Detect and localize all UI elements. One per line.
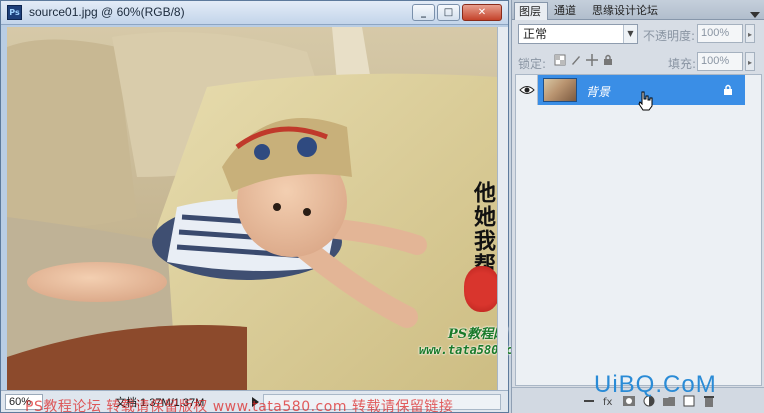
photo-image	[7, 27, 497, 390]
minimize-button[interactable]: _	[412, 4, 435, 21]
blend-mode-select[interactable]: 正常 ▼	[518, 24, 638, 44]
tab-paths[interactable]: 思缘设计论坛	[588, 2, 708, 20]
bottom-watermark: PS教程论坛 转载请保留版权 www.tata580.com 转载请保留链接	[25, 399, 454, 413]
eye-icon	[519, 86, 535, 94]
vertical-scrollbar[interactable]	[497, 27, 508, 390]
maximize-button[interactable]: □	[437, 4, 460, 21]
close-button[interactable]: ✕	[462, 4, 502, 21]
fill-label: 填充:	[668, 57, 697, 71]
layer-lock-icon	[724, 84, 732, 95]
fill-field[interactable]: 100%	[697, 52, 743, 71]
layer-name: 背景	[586, 85, 611, 99]
panel-tab-strip: 图层 通道 思缘设计论坛	[512, 0, 764, 20]
image-canvas[interactable]	[7, 27, 497, 390]
document-titlebar[interactable]: Ps source01.jpg @ 60%(RGB/8) _ □ ✕	[1, 1, 508, 25]
hand-cursor-icon	[638, 91, 653, 111]
lock-transparent-pixels-icon[interactable]	[554, 54, 566, 66]
opacity-field[interactable]: 100%	[697, 24, 743, 43]
layer-visibility-toggle[interactable]	[516, 75, 538, 105]
seal-stamp	[464, 266, 500, 312]
document-title: source01.jpg @ 60%(RGB/8)	[29, 5, 185, 19]
lock-all-icon[interactable]	[602, 54, 614, 66]
document-window: Ps source01.jpg @ 60%(RGB/8) _ □ ✕ 他她我帮你…	[0, 0, 527, 413]
tab-channels[interactable]: 通道	[550, 2, 584, 20]
layers-panel: 图层 通道 思缘设计论坛 正常 ▼ 不透明度: 100% ▸ 锁定: 填充: 1…	[511, 0, 764, 413]
panel-menu-icon[interactable]	[750, 12, 760, 18]
opacity-dropdown-icon[interactable]: ▸	[745, 24, 755, 43]
layers-list: 背景	[515, 74, 762, 386]
blend-mode-value: 正常	[523, 27, 548, 41]
photoshop-app-icon: Ps	[7, 5, 22, 20]
chevron-down-icon: ▼	[623, 25, 637, 43]
layer-thumbnail	[543, 78, 577, 102]
tab-layers[interactable]: 图层	[514, 2, 548, 20]
lock-position-icon[interactable]	[586, 54, 598, 66]
fill-dropdown-icon[interactable]: ▸	[745, 52, 755, 71]
lock-label: 锁定:	[518, 57, 547, 71]
uibq-logo: UiBQ.CoM	[594, 371, 717, 398]
lock-image-pixels-icon[interactable]	[570, 54, 582, 66]
opacity-label: 不透明度:	[643, 29, 696, 43]
